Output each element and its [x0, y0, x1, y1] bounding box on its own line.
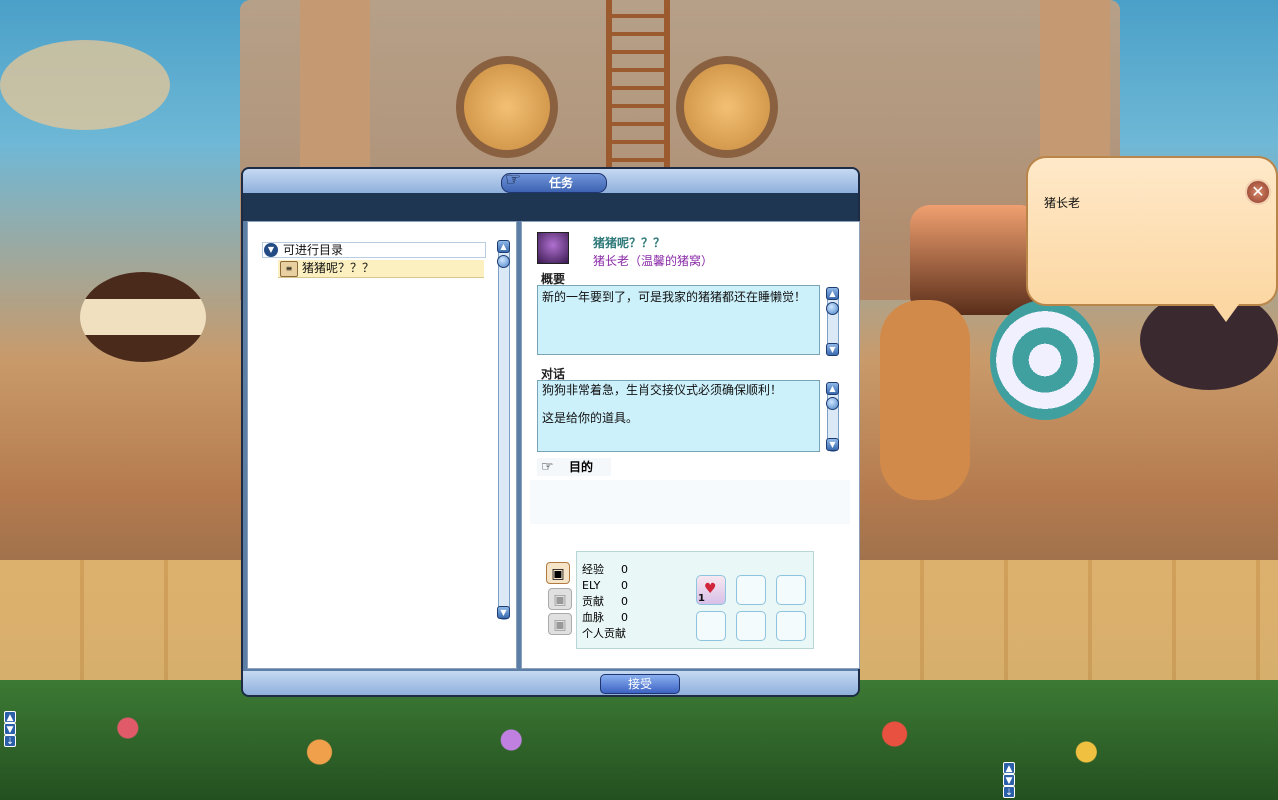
reward-panel: 经验 0 ELY 0 贡献 0 血脉 0 个人贡献 ♥ 1 — [576, 551, 814, 649]
quest-window-footer: 接受 — [243, 671, 858, 695]
ladder — [606, 0, 670, 170]
speech-bubble-tail — [1210, 300, 1242, 322]
close-icon[interactable]: ✕ — [1245, 179, 1271, 205]
left-scroll-controls[interactable]: ▲ ▼ ⇣ — [4, 711, 16, 747]
chevron-down-icon: ▼ — [264, 243, 278, 257]
item-count: 1 — [698, 593, 705, 604]
gingerbread-man — [880, 300, 970, 500]
reward-tab-disabled-icon[interactable]: ▣ — [548, 613, 572, 635]
scroll-down-arrow-icon[interactable]: ▼ — [826, 343, 839, 356]
lollipop — [990, 300, 1100, 420]
npc-speech-bubble: 猪长老 — [1026, 156, 1278, 306]
reward-label: 个人贡献 — [582, 627, 626, 640]
scroll-up-arrow-icon[interactable]: ▲ — [826, 287, 839, 300]
reward-item-slot[interactable] — [736, 611, 766, 641]
reward-row: 经验 — [582, 562, 604, 578]
reward-item-slot[interactable] — [696, 611, 726, 641]
npc-location: 猪长老（温馨的猪窝） — [593, 254, 714, 268]
pointing-hand-icon: ☞ — [505, 169, 522, 190]
center-scroll-controls[interactable]: ▲ ▼ ⇣ — [1003, 762, 1015, 798]
scroll-down-arrow-icon[interactable]: ▼ — [497, 606, 510, 619]
sandwich-cookie — [80, 272, 206, 362]
scroll-document-icon: ≡ — [280, 261, 298, 277]
reward-label: 贡献 — [582, 595, 604, 608]
summary-text: 新的一年要到了，可是我家的猪猪都还在睡懒觉！ — [537, 285, 820, 355]
reward-label: 血脉 — [582, 611, 604, 624]
reward-value: 0 — [621, 579, 628, 592]
reward-value: 0 — [621, 563, 628, 576]
reward-value: 0 — [621, 595, 628, 608]
quest-category-row[interactable]: ▼ 可进行目录 — [262, 242, 486, 258]
quest-list-scrollbar[interactable] — [498, 240, 510, 620]
quest-category-label: 可进行目录 — [283, 243, 344, 257]
quest-window-titlebar[interactable]: 任务 ☞ — [243, 169, 858, 193]
castle-window — [676, 56, 778, 158]
scroll-thumb[interactable] — [826, 302, 839, 315]
pastry — [0, 40, 170, 130]
summary-text-line: 新的一年要到了，可是我家的猪猪都还在睡懒觉！ — [542, 290, 807, 304]
reward-item-slot[interactable] — [776, 611, 806, 641]
arrow-down-icon[interactable]: ▼ — [1003, 774, 1015, 786]
reward-label: 经验 — [582, 563, 604, 576]
reward-tab-disabled-icon[interactable]: ▣ — [548, 588, 572, 610]
accept-button[interactable]: 接受 — [600, 674, 680, 694]
chocolate-cake — [910, 205, 1040, 315]
pointing-hand-icon: ☞ — [541, 459, 554, 475]
dialog-text: 狗狗非常着急，生肖交接仪式必须确保顺利！ 这是给你的道具。 — [537, 380, 820, 452]
reward-item-slot[interactable] — [776, 575, 806, 605]
castle-window — [456, 56, 558, 158]
dialog-line: 狗狗非常着急，生肖交接仪式必须确保顺利！ — [542, 383, 783, 397]
scroll-thumb[interactable] — [497, 255, 510, 268]
heart-potion-icon: ♥ — [704, 581, 717, 597]
reward-value: 0 — [621, 611, 628, 624]
quest-detail-panel: 猪猪呢？？？ 猪长老（温馨的猪窝） 概要 新的一年要到了，可是我家的猪猪都还在睡… — [521, 221, 860, 669]
npc-name: 猪长老 — [1044, 196, 1081, 210]
scroll-thumb[interactable] — [826, 397, 839, 410]
npc-avatar — [537, 232, 569, 264]
list-item[interactable]: ≡ 猪猪呢？？？ — [278, 260, 484, 278]
header-strip — [243, 193, 858, 221]
arrow-down-icon[interactable]: ▼ — [4, 723, 16, 735]
dialog-line: 这是给你的道具。 — [542, 411, 639, 425]
reward-tab-chest-icon[interactable]: ▣ — [546, 562, 570, 584]
goal-label: 目的 — [569, 460, 594, 474]
scroll-up-arrow-icon[interactable]: ▲ — [826, 382, 839, 395]
goal-header: ☞ 目的 — [537, 458, 611, 476]
quest-list-panel: ▼ 可进行目录 ≡ 猪猪呢？？？ ▲ ▼ — [247, 221, 517, 669]
reward-item-slot[interactable]: ♥ 1 — [696, 575, 726, 605]
castle-tower — [1040, 0, 1110, 180]
castle-tower — [300, 0, 370, 180]
scroll-up-arrow-icon[interactable]: ▲ — [497, 240, 510, 253]
reward-label: ELY — [582, 579, 601, 592]
quest-window: 任务 ☞ ▼ 可进行目录 ≡ 猪猪呢？？？ ▲ ▼ 猪猪呢？？？ 猪长老（温馨的… — [241, 167, 860, 697]
reward-item-slot[interactable] — [736, 575, 766, 605]
accept-button-label: 接受 — [627, 677, 652, 691]
quest-item-label: 猪猪呢？？？ — [302, 261, 375, 275]
arrow-bottom-icon[interactable]: ⇣ — [4, 735, 16, 747]
flower-bed — [0, 680, 1278, 800]
goal-area — [530, 480, 850, 524]
scroll-down-arrow-icon[interactable]: ▼ — [826, 438, 839, 451]
arrow-up-icon[interactable]: ▲ — [1003, 762, 1015, 774]
arrow-bottom-icon[interactable]: ⇣ — [1003, 786, 1015, 798]
arrow-up-icon[interactable]: ▲ — [4, 711, 16, 723]
quest-title: 猪猪呢？？？ — [593, 236, 666, 250]
